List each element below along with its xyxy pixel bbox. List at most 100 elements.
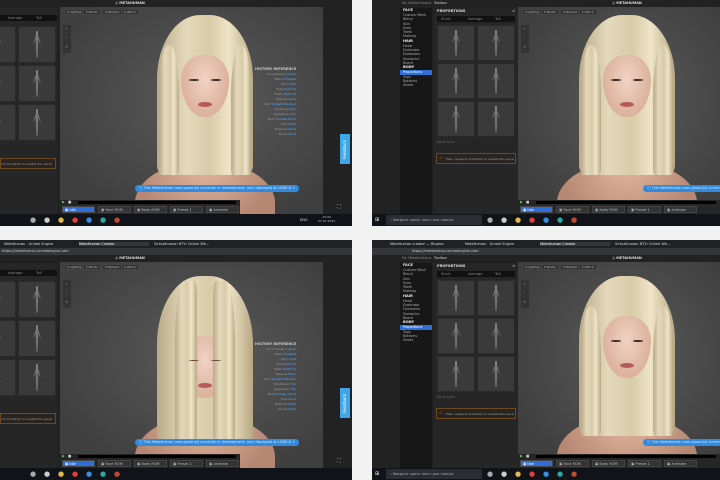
steam-icon[interactable]: ● [44,470,50,478]
body-preset-thumbnail[interactable] [18,320,56,357]
stop-icon[interactable]: ■ [526,200,529,204]
body-preset-thumbnail[interactable] [437,356,475,392]
3d-viewport[interactable]: ▾ Lighting ▾ Studio ▾ Medium ▾ LOD 0 + − ⟲ HIST… [60,262,323,480]
control-dropdown-animate[interactable]: ▣ Animate [206,206,239,213]
body-preset-thumbnail[interactable] [18,359,56,396]
body-preset-thumbnail[interactable] [437,101,475,137]
windows-start-icon[interactable]: ⊞ [375,471,379,477]
body-preset-thumbnail[interactable] [0,281,16,318]
viewport-toolbar-studio[interactable]: ▾ Studio [541,264,560,270]
zoom-out-icon[interactable]: − [65,36,68,40]
yandex-browser-icon[interactable]: ● [72,470,78,478]
viewport-toolbar-studio[interactable]: ▾ Studio [83,9,102,15]
control-dropdown-animate[interactable]: ▣ Animate [664,206,697,213]
yandex-browser-icon[interactable]: ● [529,470,535,478]
body-preset-thumbnail[interactable] [0,320,16,357]
viewport-toolbar-lighting[interactable]: ▾ Lighting [64,9,85,15]
chrome-icon[interactable]: ● [543,470,549,478]
edge-icon[interactable]: ● [557,216,563,224]
body-preset-thumbnail[interactable] [0,359,16,396]
reset-camera-icon[interactable]: ⟲ [523,45,526,49]
fullscreen-icon[interactable]: ⛶ [337,204,341,210]
play-icon[interactable]: ▶ [62,200,65,204]
body-preset-thumbnail[interactable] [437,63,475,99]
control-dropdown-face-rom[interactable]: ▣ Face ROM [556,460,589,467]
browser-tab[interactable]: MetaHuman Creator [79,242,149,246]
viewport-toolbar-lod-0[interactable]: ▾ LOD 0 [579,9,597,15]
file-explorer-icon[interactable]: ● [58,470,64,478]
feedback-button[interactable]: Feedback [340,388,350,418]
taskbar-search[interactable]: ⌕ Введите здесь текст для поиска [386,215,482,225]
preset-tab-tall[interactable]: Tall [495,17,501,21]
task-view-icon[interactable]: ● [487,216,493,224]
browser-tab[interactable]: MetaHuman Creator [540,242,610,246]
preset-tab-tall[interactable]: Tall [495,272,501,276]
stop-icon[interactable]: ■ [68,454,71,458]
stop-icon[interactable]: ■ [68,200,71,204]
viewport-toolbar-studio[interactable]: ▾ Studio [83,264,102,270]
my-metahumans-link[interactable]: My MetaHumans [402,256,431,260]
chrome-icon[interactable]: ● [86,216,92,224]
edge-icon[interactable]: ● [100,216,106,224]
control-dropdown-idle[interactable]: ▣ Idle [520,460,553,467]
preset-tab-tall[interactable]: Tall [36,271,42,275]
viewport-toolbar-lod-0[interactable]: ▾ LOD 0 [121,264,139,270]
zoom-in-icon[interactable]: + [523,282,526,286]
zoom-in-icon[interactable]: + [65,27,68,31]
preset-tab-average[interactable]: Average [8,16,22,20]
task-view-icon[interactable]: ● [30,216,36,224]
body-preset-thumbnail[interactable] [18,104,56,141]
browser-tab[interactable]: MetaHuman creator — Яндекс [390,242,460,246]
body-preset-thumbnail[interactable] [18,281,56,318]
browser-tab[interactable]: MetaHuman - Unreal Engine [465,242,535,246]
close-icon[interactable]: × [512,9,515,13]
3d-viewport[interactable]: ▾ Lighting ▾ Studio ▾ Medium ▾ LOD 0 + − ⟲ ⓘ Th… [518,262,720,480]
3d-viewport[interactable]: ▾ Lighting ▾ Studio ▾ Medium ▾ LOD 0 + − ⟲ ⓘ Th… [518,7,720,226]
3d-viewport[interactable]: ▾ Lighting ▾ Studio ▾ Medium ▾ LOD 0 + − ⟲ HIST… [60,7,323,226]
close-icon[interactable]: × [512,264,515,268]
zoom-in-icon[interactable]: + [65,282,68,286]
zoom-out-icon[interactable]: − [523,36,526,40]
feedback-button[interactable]: Feedback [340,134,350,164]
app-icon[interactable]: ● [114,470,120,478]
control-dropdown-preset-1[interactable]: ▣ Preset 1 [170,206,203,213]
body-preset-thumbnail[interactable] [18,26,56,63]
control-dropdown-preset-1[interactable]: ▣ Preset 1 [628,460,661,467]
body-preset-thumbnail[interactable] [477,280,515,316]
body-preset-thumbnail[interactable] [437,318,475,354]
app-icon[interactable]: ● [571,470,577,478]
control-dropdown-preset-1[interactable]: ▣ Preset 1 [170,460,203,467]
stop-icon[interactable]: ■ [526,454,529,458]
windows-start-icon[interactable]: ⊞ [375,217,379,223]
file-explorer-icon[interactable]: ● [515,216,521,224]
control-dropdown-body-rom[interactable]: ▣ Body ROM [134,206,167,213]
body-preset-thumbnail[interactable] [477,356,515,392]
task-view-icon[interactable]: ● [487,470,493,478]
file-explorer-icon[interactable]: ● [515,470,521,478]
app-icon[interactable]: ● [571,216,577,224]
preset-tab-average[interactable]: Average [8,271,22,275]
control-dropdown-preset-1[interactable]: ▣ Preset 1 [628,206,661,213]
preset-tab-average[interactable]: Average [468,17,482,21]
body-preset-thumbnail[interactable] [477,318,515,354]
timeline-scrubber[interactable] [536,201,716,204]
control-dropdown-animate[interactable]: ▣ Animate [206,460,239,467]
preset-tab-average[interactable]: Average [468,272,482,276]
control-dropdown-animate[interactable]: ▣ Animate [664,460,697,467]
chrome-icon[interactable]: ● [543,216,549,224]
viewport-toolbar-lod-0[interactable]: ▾ LOD 0 [579,264,597,270]
viewport-toolbar-studio[interactable]: ▾ Studio [541,9,560,15]
browser-tab[interactable]: Virtualhuman NTV: Online Wh... [615,242,685,246]
body-preset-thumbnail[interactable] [477,63,515,99]
body-preset-thumbnail[interactable] [0,104,16,141]
play-icon[interactable]: ▶ [520,200,523,204]
control-dropdown-body-rom[interactable]: ▣ Body ROM [592,460,625,467]
sidebar-item-shoes[interactable]: Shoes [400,83,432,87]
file-explorer-icon[interactable]: ● [58,216,64,224]
yandex-browser-icon[interactable]: ● [529,216,535,224]
viewport-toolbar-lod-0[interactable]: ▾ LOD 0 [121,9,139,15]
app-icon[interactable]: ● [114,216,120,224]
control-dropdown-idle[interactable]: ▣ Idle [62,206,95,213]
browser-tab[interactable]: MetaHuman - Unreal Engine [4,242,74,246]
timeline-scrubber[interactable] [78,201,236,204]
